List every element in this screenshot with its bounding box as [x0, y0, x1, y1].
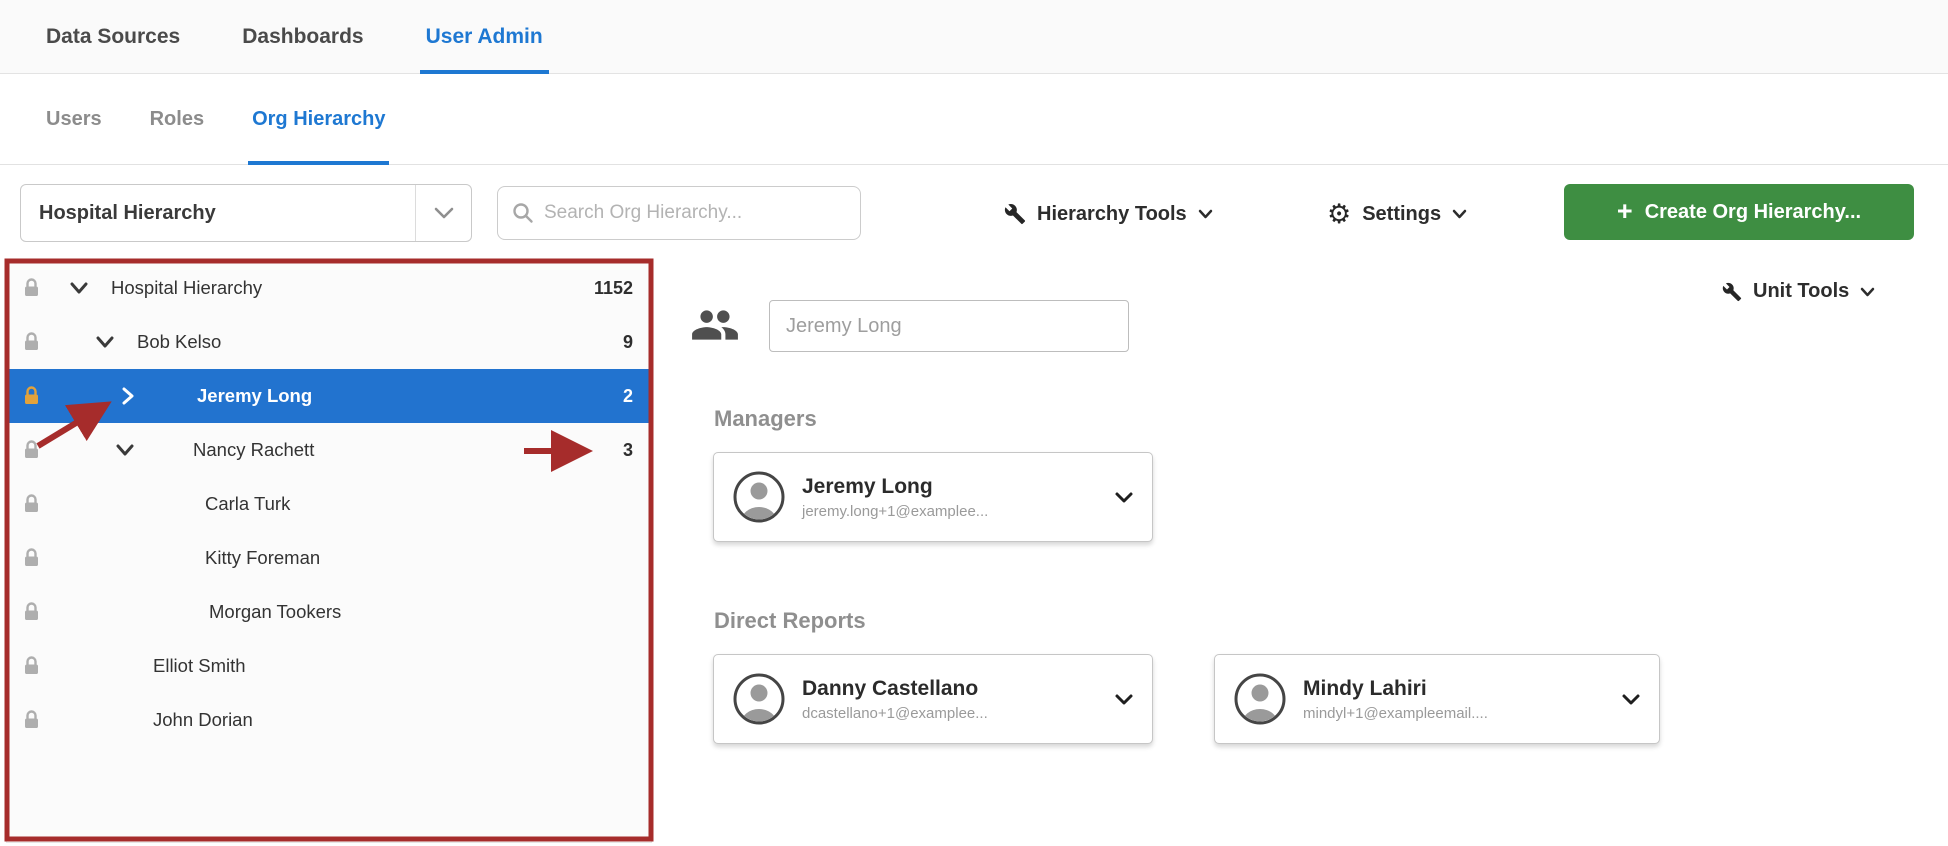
unit-name-input[interactable] [769, 300, 1129, 352]
tree-row[interactable]: Carla Turk [7, 477, 651, 531]
create-org-hierarchy-button[interactable]: + Create Org Hierarchy... [1564, 184, 1914, 240]
tree-node-label: Jeremy Long [197, 369, 312, 423]
unit-tools-label: Unit Tools [1753, 280, 1849, 303]
user-name: Jeremy Long [802, 475, 1108, 499]
tree-node-label: John Dorian [153, 693, 253, 747]
direct-reports-section-title: Direct Reports [714, 608, 866, 634]
wrench-icon [1004, 203, 1026, 225]
user-card-info: Jeremy Long jeremy.long+1@examplee... [802, 475, 1108, 520]
tab-roles[interactable]: Roles [150, 74, 204, 164]
lock-icon[interactable] [23, 548, 40, 568]
nav-dashboards[interactable]: Dashboards [242, 0, 363, 73]
user-card[interactable]: Jeremy Long jeremy.long+1@examplee... [713, 452, 1153, 542]
hierarchy-tools-menu[interactable]: Hierarchy Tools [1004, 196, 1213, 232]
org-tree-panel: Hospital Hierarchy 1152 Bob Kelso 9 Jere… [6, 260, 652, 843]
tree-node-count: 3 [623, 423, 633, 477]
hierarchy-select[interactable]: Hospital Hierarchy [20, 184, 472, 242]
lock-icon[interactable] [23, 656, 40, 676]
lock-icon[interactable] [23, 332, 40, 352]
lock-icon[interactable] [23, 602, 40, 622]
tree-row[interactable]: Hospital Hierarchy 1152 [7, 261, 651, 315]
lock-icon[interactable] [23, 494, 40, 514]
tree-node-label: Bob Kelso [137, 315, 221, 369]
chevron-down-icon [1452, 209, 1467, 219]
chevron-down-icon[interactable] [115, 443, 135, 457]
avatar [1233, 672, 1287, 726]
tree-row[interactable]: Bob Kelso 9 [7, 315, 651, 369]
tree-node-label: Morgan Tookers [209, 585, 341, 639]
tree-node-count: 2 [623, 369, 633, 423]
tree-node-label: Kitty Foreman [205, 531, 320, 585]
tree-node-label: Nancy Rachett [193, 423, 314, 477]
chevron-down-icon[interactable] [1114, 491, 1134, 504]
hierarchy-select-value: Hospital Hierarchy [21, 202, 415, 225]
sub-nav: Users Roles Org Hierarchy [0, 74, 1948, 165]
lock-icon[interactable] [23, 278, 40, 298]
search-icon [512, 202, 534, 224]
top-nav: Data Sources Dashboards User Admin [0, 0, 1948, 74]
unit-tools-menu[interactable]: Unit Tools [1722, 280, 1875, 303]
hierarchy-tools-label: Hierarchy Tools [1037, 203, 1187, 226]
managers-section-title: Managers [714, 406, 817, 432]
user-card[interactable]: Danny Castellano dcastellano+1@examplee.… [713, 654, 1153, 744]
chevron-right-icon[interactable] [121, 386, 135, 406]
nav-data-sources[interactable]: Data Sources [46, 0, 180, 73]
search-input[interactable] [544, 202, 846, 224]
app-root: Data Sources Dashboards User Admin Users… [0, 0, 1948, 846]
lock-icon[interactable] [23, 386, 40, 406]
wrench-icon [1722, 282, 1742, 302]
avatar [732, 470, 786, 524]
user-card-info: Danny Castellano dcastellano+1@examplee.… [802, 677, 1108, 722]
plus-icon: + [1617, 198, 1633, 225]
tab-org-hierarchy[interactable]: Org Hierarchy [252, 74, 385, 164]
user-card[interactable]: Mindy Lahiri mindyl+1@exampleemail.... [1214, 654, 1660, 744]
gear-icon: ⚙ [1327, 201, 1351, 228]
user-card-info: Mindy Lahiri mindyl+1@exampleemail.... [1303, 677, 1615, 722]
settings-menu[interactable]: ⚙ Settings [1327, 196, 1467, 232]
tree-row[interactable]: Nancy Rachett 3 [7, 423, 651, 477]
user-email: jeremy.long+1@examplee... [802, 503, 1108, 520]
tab-users[interactable]: Users [46, 74, 102, 164]
tree-node-count: 9 [623, 315, 633, 369]
user-name: Mindy Lahiri [1303, 677, 1615, 701]
tree-node-label: Elliot Smith [153, 639, 246, 693]
tree-row[interactable]: Kitty Foreman [7, 531, 651, 585]
nav-user-admin[interactable]: User Admin [426, 0, 543, 73]
avatar [732, 672, 786, 726]
tree-node-count: 1152 [594, 261, 633, 315]
chevron-down-icon [1860, 287, 1875, 297]
chevron-down-icon[interactable] [1621, 693, 1641, 706]
search-box [497, 186, 861, 240]
tree-node-label: Carla Turk [205, 477, 290, 531]
tree-row[interactable]: Elliot Smith [7, 639, 651, 693]
chevron-down-icon[interactable] [95, 335, 115, 349]
lock-icon[interactable] [23, 710, 40, 730]
settings-label: Settings [1362, 203, 1441, 226]
group-icon [690, 300, 740, 350]
chevron-down-icon[interactable] [1114, 693, 1134, 706]
tree-row-selected[interactable]: Jeremy Long 2 [7, 369, 651, 423]
user-email: mindyl+1@exampleemail.... [1303, 705, 1615, 722]
user-name: Danny Castellano [802, 677, 1108, 701]
create-org-hierarchy-label: Create Org Hierarchy... [1645, 201, 1861, 224]
tree-row[interactable]: John Dorian [7, 693, 651, 747]
tree-node-label: Hospital Hierarchy [111, 261, 262, 315]
tree-row[interactable]: Morgan Tookers [7, 585, 651, 639]
chevron-down-icon [1198, 209, 1213, 219]
chevron-down-icon[interactable] [415, 185, 471, 241]
chevron-down-icon[interactable] [69, 281, 89, 295]
user-email: dcastellano+1@examplee... [802, 705, 1108, 722]
lock-icon[interactable] [23, 440, 40, 460]
